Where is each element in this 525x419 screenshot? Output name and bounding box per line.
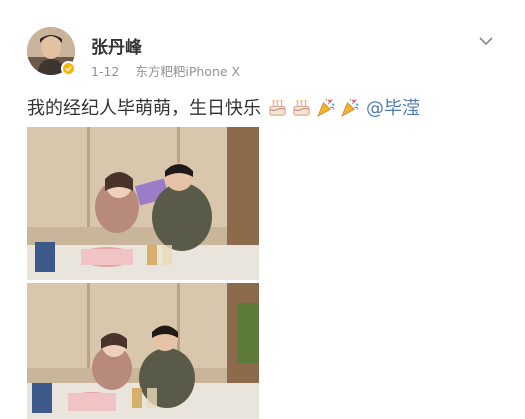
post-source: 东方粑粑iPhone X <box>135 64 241 79</box>
emoji-row <box>267 97 360 118</box>
cake-emoji-icon <box>293 99 310 116</box>
party-popper-emoji-icon <box>317 98 335 117</box>
chevron-down-icon[interactable] <box>478 35 494 47</box>
post-meta: 1-12 东方粑粑iPhone X <box>91 61 240 80</box>
verified-badge-icon <box>61 61 76 76</box>
post-photo-1[interactable] <box>27 127 259 280</box>
photo-birthday-party-1-image <box>27 127 259 280</box>
party-popper-emoji-icon <box>341 98 359 117</box>
post-content: 我的经纪人毕萌萌，生日快乐 @毕滢 <box>27 94 420 120</box>
photo-birthday-party-2-image <box>27 283 259 419</box>
username[interactable]: 张丹峰 <box>91 33 142 58</box>
post-date: 1-12 <box>91 64 120 79</box>
mention-link[interactable]: @毕滢 <box>366 94 420 120</box>
post-photo-2[interactable] <box>27 283 259 419</box>
cake-emoji-icon <box>269 99 286 116</box>
post-text: 我的经纪人毕萌萌，生日快乐 <box>27 98 261 119</box>
weibo-post: 张丹峰 1-12 东方粑粑iPhone X 我的经纪人毕萌萌，生日快乐 @毕滢 <box>0 0 525 419</box>
